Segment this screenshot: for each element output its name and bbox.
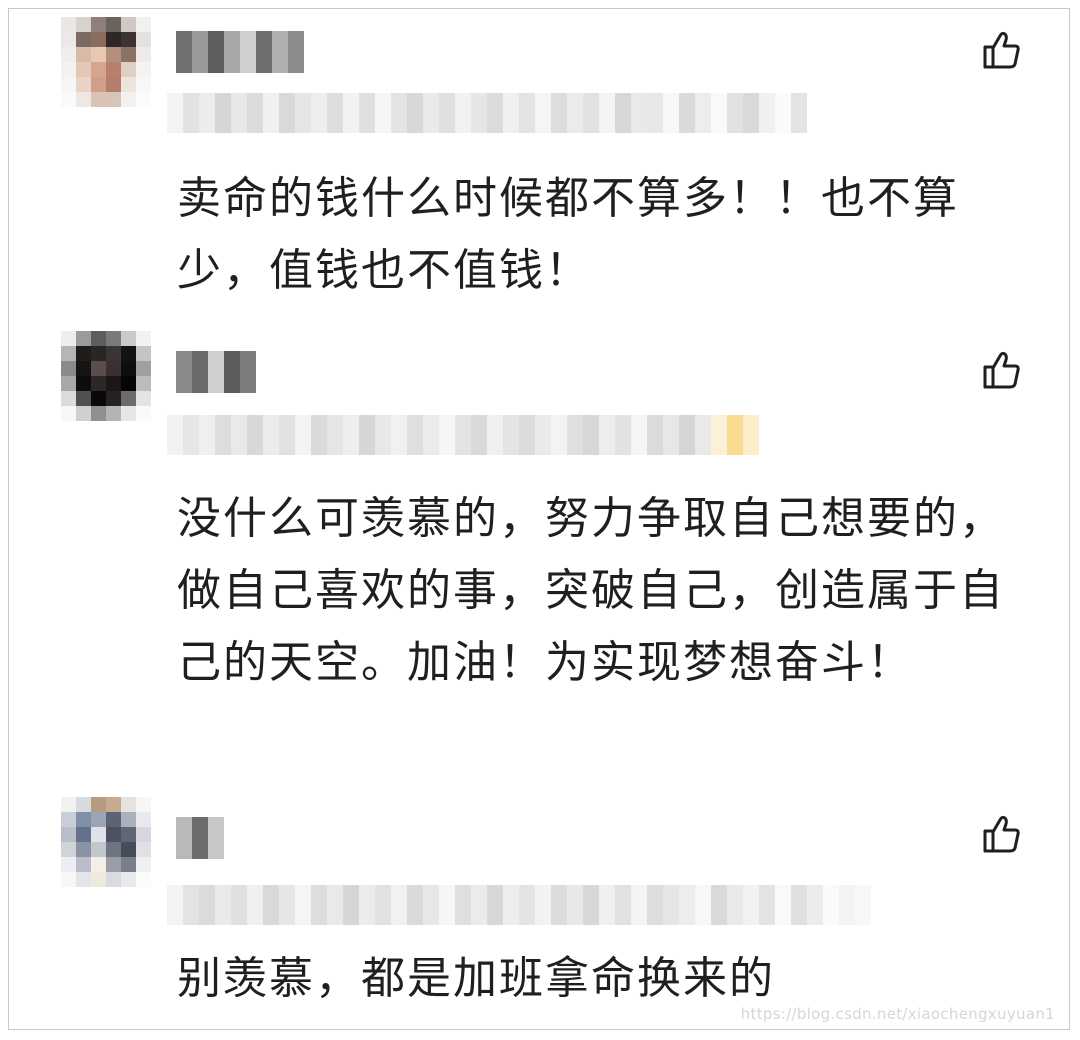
comment-text: 没什么可羡慕的，努力争取自己想要的，做自己喜欢的事，突破自己，创造属于自己的天空… (177, 493, 1005, 688)
thumbs-up-icon[interactable] (979, 29, 1023, 73)
username-blurred[interactable] (176, 31, 304, 73)
comment-meta-blurred (167, 93, 807, 133)
username-blurred[interactable] (176, 351, 256, 393)
comment-meta-blurred (167, 415, 759, 455)
comment-text: 卖命的钱什么时候都不算多！！也不算少，值钱也不值钱！ (177, 173, 959, 296)
avatar[interactable] (61, 797, 151, 887)
thumbs-up-icon[interactable] (979, 349, 1023, 393)
username-blurred[interactable] (176, 817, 224, 859)
avatar[interactable] (61, 17, 151, 107)
watermark: https://blog.csdn.net/xiaochengxuyuan1 (740, 1005, 1055, 1023)
thumbs-up-icon[interactable] (979, 813, 1023, 857)
comment-list: 卖命的钱什么时候都不算多！！也不算少，值钱也不值钱！ 没什么可羡慕的，努力争取自… (8, 8, 1070, 1030)
comment-meta-blurred (167, 885, 871, 925)
avatar[interactable] (61, 331, 151, 421)
